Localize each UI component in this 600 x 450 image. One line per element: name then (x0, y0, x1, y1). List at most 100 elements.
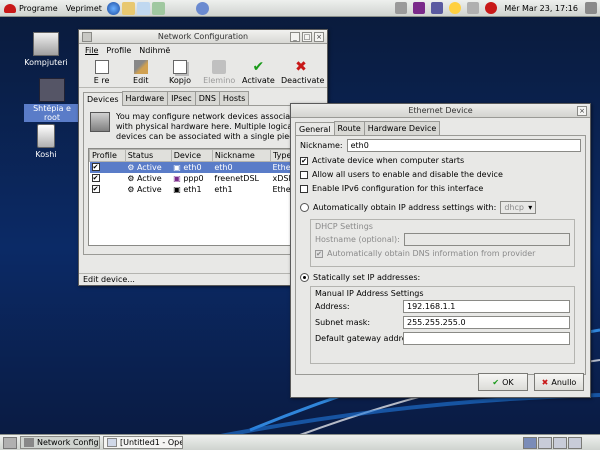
activate-on-boot-option[interactable]: ✔ Activate device when computer starts (300, 156, 581, 165)
ethernet-icon: ▣ (173, 184, 181, 194)
workspace-2[interactable] (538, 436, 552, 449)
devices-info: You may configure network devices associ… (84, 106, 322, 148)
tab-general[interactable]: General (295, 122, 335, 136)
table-row[interactable]: ✔ ⚙ Active ▣ ppp0 freenetDSL xDSL (90, 173, 317, 184)
ipv6-checkbox[interactable] (300, 184, 308, 193)
ethdlg-tabs: General Route Hardware Device (291, 118, 590, 136)
status-active-icon: ⚙ (127, 184, 135, 194)
edit-button[interactable]: Edit (124, 59, 157, 85)
dsl-icon: ▣ (173, 173, 181, 183)
status-active-icon: ⚙ (127, 173, 135, 183)
actions-menu[interactable]: Veprimet (62, 0, 106, 17)
tab-devices[interactable]: Devices (83, 92, 123, 106)
auto-ip-option[interactable]: Automatically obtain IP address settings… (300, 201, 581, 214)
hostname-label: Hostname (optional): (315, 235, 400, 244)
nickname-field[interactable]: eth0 (346, 139, 581, 152)
allow-users-option[interactable]: Allow all users to enable and disable th… (300, 170, 581, 179)
profile-checkbox[interactable]: ✔ (91, 174, 100, 182)
close-button[interactable]: × (314, 32, 324, 42)
tab-hardware-device[interactable]: Hardware Device (363, 121, 441, 135)
update-notifier-icon[interactable] (195, 1, 209, 15)
menu-profile[interactable]: Profile (106, 46, 131, 55)
ethernet-device-dialog: Ethernet Device × General Route Hardware… (290, 103, 591, 398)
netconf-titlebar[interactable]: Network Configuration _ □ × (79, 30, 327, 44)
static-ip-radio[interactable] (300, 273, 309, 282)
close-button[interactable]: × (577, 106, 587, 116)
delete-button[interactable]: Elemino (203, 59, 236, 85)
minimize-button[interactable]: _ (290, 32, 300, 42)
desktop-icon-home[interactable]: Shtëpia e root (24, 78, 80, 122)
desktop-icon-computer[interactable]: Kompjuteri (18, 32, 74, 67)
profile-checkbox[interactable]: ✔ (91, 185, 100, 193)
workspace-4[interactable] (568, 436, 582, 449)
clock[interactable]: Mër Mar 23, 17:16 (500, 4, 582, 13)
auto-dns-option[interactable]: ✔ Automatically obtain DNS information f… (311, 249, 574, 258)
tab-ipsec[interactable]: IPsec (167, 91, 196, 105)
deactivate-button[interactable]: ✖ Deactivate (281, 59, 324, 85)
devices-panel: You may configure network devices associ… (83, 105, 323, 255)
ok-button[interactable]: ✔ OK (478, 373, 528, 391)
col-profile[interactable]: Profile (89, 149, 126, 162)
auto-dns-checkbox[interactable]: ✔ (315, 249, 323, 258)
auto-ip-radio[interactable] (300, 203, 309, 212)
hostname-field[interactable] (403, 233, 570, 246)
auto-method-select[interactable]: dhcp ▾ (500, 201, 537, 214)
writer-icon[interactable] (136, 1, 150, 15)
copy-button[interactable]: Kopjo (163, 59, 196, 85)
netconf-app-icon (24, 438, 34, 447)
email-icon[interactable] (121, 1, 135, 15)
media-icon[interactable] (413, 2, 426, 14)
ipv6-option[interactable]: Enable IPv6 configuration for this inter… (300, 184, 581, 193)
top-panel: Programe Veprimet Mër Mar 23, 17:16 (0, 0, 600, 17)
device-list: Profile Status Device Nickname Type ✔ ⚙ … (88, 148, 318, 246)
network-icon[interactable] (585, 2, 597, 14)
copy-icon (173, 60, 187, 74)
ethdlg-titlebar[interactable]: Ethernet Device × (291, 104, 590, 118)
alert-icon[interactable] (485, 2, 498, 14)
tab-hosts[interactable]: Hosts (218, 91, 250, 105)
edit-icon (133, 60, 148, 74)
tab-dns[interactable]: DNS (194, 91, 220, 105)
address-label: Address: (315, 302, 350, 311)
address-field[interactable]: 192.168.1.1 (403, 300, 570, 313)
calc-icon[interactable] (151, 1, 165, 15)
cancel-x-icon: ✖ (541, 377, 549, 387)
dhcp-settings-group: DHCP Settings Hostname (optional): ✔ Aut… (310, 219, 575, 267)
profile-checkbox[interactable]: ✔ (91, 163, 100, 172)
netconf-menubar: File Profile Ndihmë (79, 44, 327, 57)
web-browser-icon[interactable] (106, 1, 120, 15)
allow-users-checkbox[interactable] (300, 170, 308, 179)
tab-route[interactable]: Route (333, 121, 365, 135)
speaker-icon[interactable] (395, 2, 408, 14)
col-status[interactable]: Status (124, 149, 172, 162)
window-menu-icon[interactable] (82, 32, 92, 42)
gateway-field[interactable] (403, 332, 570, 345)
printer-icon[interactable] (467, 2, 480, 14)
table-row[interactable]: ✔ ⚙ Active ▣ eth1 eth1 Ethernet (90, 184, 317, 195)
col-device[interactable]: Device (170, 149, 213, 162)
tab-hardware[interactable]: Hardware (121, 91, 169, 105)
applications-menu[interactable]: Programe (0, 0, 62, 17)
activate-button[interactable]: ✔ Activate (242, 59, 275, 85)
computer-icon (33, 32, 59, 56)
workspace-3[interactable] (553, 436, 567, 449)
new-button[interactable]: E re (85, 59, 118, 85)
desktop-icon-trash[interactable]: Koshi (18, 124, 74, 159)
maximize-button[interactable]: □ (302, 32, 312, 42)
menu-help[interactable]: Ndihmë (139, 46, 170, 55)
cancel-button[interactable]: ✖ Anullo (534, 373, 584, 391)
static-ip-option[interactable]: Statically set IP addresses: (300, 273, 581, 282)
subnet-mask-field[interactable]: 255.255.255.0 (403, 316, 570, 329)
activate-on-boot-checkbox[interactable]: ✔ (300, 156, 308, 165)
smiley-icon[interactable] (449, 2, 462, 14)
workspace-1[interactable] (523, 436, 537, 449)
taskbar-item-openoffice[interactable]: [Untitled1 - OpenOf (103, 436, 183, 449)
gateway-label: Default gateway address: (315, 334, 418, 343)
manual-ip-group: Manual IP Address Settings Address: 192.… (310, 286, 575, 364)
table-row[interactable]: ✔ ⚙ Active ▣ eth0 eth0 Ethernet (89, 161, 317, 173)
taskbar-item-netconf[interactable]: Network Configurat (20, 436, 100, 449)
col-nickname[interactable]: Nickname (211, 149, 271, 162)
menu-file[interactable]: File (85, 46, 98, 55)
show-desktop-icon[interactable] (3, 436, 17, 449)
screen-icon[interactable] (431, 2, 444, 14)
